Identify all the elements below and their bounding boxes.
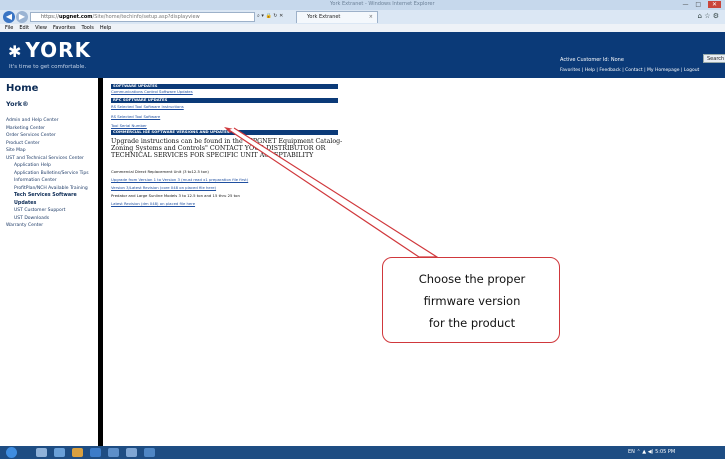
browser-tab[interactable]: York Extranet × [296,11,378,23]
taskbar-app-media-icon[interactable] [54,448,65,457]
sidebar-item-marketing[interactable]: Marketing Center [6,125,98,133]
sidebar-subitem-bulletins[interactable]: Application Bulletins/Service Tips [6,170,98,178]
menu-item-tools[interactable]: Tools [82,25,94,31]
link-tool-software[interactable]: RS Selected Tool Software [111,114,160,119]
sidebar: Home York® Admin and Help Center Marketi… [0,78,98,446]
start-button[interactable] [6,447,17,458]
tab-label: York Extranet [307,14,341,20]
menu-item-view[interactable]: View [35,25,47,31]
link-communications-control[interactable]: Communications Control Software Updates [111,89,193,94]
sidebar-item-site-map[interactable]: Site Map [6,147,98,155]
sidebar-nav: Admin and Help Center Marketing Center O… [6,117,98,230]
sidebar-subitem-training[interactable]: ProfitPlan/NCH Available Training [6,185,98,193]
snowflake-icon: ✱ [8,42,23,61]
active-customer: Active Customer Id: None [560,57,624,63]
sidebar-home-title[interactable]: Home [6,83,38,94]
callout-line-2: firmware version [423,294,521,308]
link-tool-instructions[interactable]: RS Selected Tool Software Instructions [111,104,184,109]
link-version3-latest[interactable]: Version 3/Latest Revision (core 048 on p… [111,185,216,190]
sidebar-subitem-downloads[interactable]: UST Downloads [6,215,98,223]
toolbar-icons[interactable]: ⌂ ☆ ⚙ [698,12,719,20]
window-controls: — □ ✕ [677,1,721,8]
address-bar-row: ◀ ▶ https://upgnet.com/Site/home/techinf… [0,10,725,24]
sidebar-item-order-services[interactable]: Order Services Center [6,132,98,140]
predator-sunline-label: Predator and Large Sunline Models 3 to 1… [111,193,240,198]
menu-item-edit[interactable]: Edit [19,25,29,31]
top-links[interactable]: Favorites | Help | Feedback | Contact | … [560,68,699,73]
menu-item-favorites[interactable]: Favorites [53,25,76,31]
taskbar-app-word-icon[interactable] [108,448,119,457]
sidebar-item-product[interactable]: Product Center [6,140,98,148]
taskbar: EN ⌃ ▲ ◀) 5:05 PM [0,446,725,459]
link-upgrade-v1-v3[interactable]: Upgrade from Version 1 to Version 3 (mus… [111,177,248,182]
window-title-bar: York Extranet - Windows Internet Explore… [0,0,725,10]
sidebar-subitem-software-updates[interactable]: Tech Services Software Updates [6,192,98,207]
url-scheme: https:// [41,14,59,20]
section-header-rpc-updates: RPC SOFTWARE UPDATES [111,98,338,103]
menu-item-help[interactable]: Help [100,25,111,31]
logo-text: YORK [25,38,92,62]
york-logo[interactable]: ✱ YORK [8,38,91,62]
forward-button[interactable]: ▶ [16,11,28,23]
taskbar-app-outlook-icon[interactable] [126,448,137,457]
maximize-icon[interactable]: □ [695,1,701,8]
sidebar-brand: York® [6,100,29,108]
close-icon[interactable]: ✕ [707,1,721,8]
back-button[interactable]: ◀ [3,11,15,23]
commercial-unit-label: Commercial Direct Replacement Unit (3 to… [111,169,209,174]
screen: York Extranet - Windows Internet Explore… [0,0,725,459]
taskbar-app-ie-icon[interactable] [90,448,101,457]
system-tray[interactable]: EN ⌃ ▲ ◀) 5:05 PM [628,449,675,455]
taskbar-app-misc-icon[interactable] [144,448,155,457]
callout-line-1: Choose the proper [418,272,526,286]
window-title: York Extranet - Windows Internet Explore… [330,1,435,7]
site-header: ✱ YORK It's time to get comfortable. Acti… [0,32,725,78]
link-latest-revision[interactable]: Latest Revision (dm 048) on placed file … [111,201,195,206]
tagline: It's time to get comfortable. [9,64,87,70]
upgrade-instructions-text: Upgrade instructions can be found in the… [111,138,343,160]
tab-close-icon[interactable]: × [369,12,373,23]
sidebar-subitem-information[interactable]: Information Center [6,177,98,185]
callout-line-3: for the product [428,316,516,330]
sidebar-subitem-application-help[interactable]: Application Help [6,162,98,170]
minimize-icon[interactable]: — [682,1,688,8]
address-input[interactable]: https://upgnet.com/Site/home/techinfo/se… [30,12,255,22]
taskbar-app-folder-icon[interactable] [72,448,83,457]
annotation-callout: Choose the proper firmware version for t… [382,257,560,343]
menu-bar: File Edit View Favorites Tools Help [0,24,725,32]
link-serial-number[interactable]: Tool Serial Number [111,123,147,128]
url-host: upgnet.com [58,14,93,20]
section-header-commercial-ige: COMMERCIAL IGE SOFTWARE VERSIONS AND UPD… [111,130,338,135]
search-button[interactable]: Search [703,54,725,63]
url-path: /Site/home/techinfo/setup.asp?displayvie… [92,14,200,20]
taskbar-app-explorer-icon[interactable] [36,448,47,457]
sidebar-subitem-customer-support[interactable]: UST Customer Support [6,207,98,215]
menu-item-file[interactable]: File [5,25,13,31]
section-header-software-updates: SOFTWARE UPDATES [111,84,338,89]
sidebar-item-warranty[interactable]: Warranty Center [6,222,98,230]
address-bar-icons[interactable]: ⌕ ▾ 🔒 ↻ ✕ [257,13,283,19]
sidebar-item-ust-technical[interactable]: UST and Technical Services Center [6,155,98,163]
sidebar-item-admin-help[interactable]: Admin and Help Center [6,117,98,125]
